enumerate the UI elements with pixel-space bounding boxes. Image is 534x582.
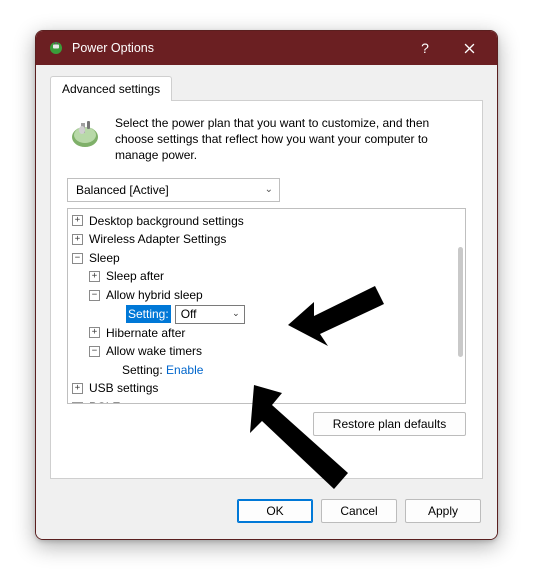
- tabstrip: Advanced settings: [50, 75, 483, 100]
- power-plan-selected: Balanced [Active]: [76, 183, 169, 197]
- wake-timers-setting-row: Setting: Enable: [72, 361, 461, 380]
- power-plan-select[interactable]: Balanced [Active] ⌄: [67, 178, 280, 202]
- tree-item-desktop-background[interactable]: + Desktop background settings: [72, 212, 461, 231]
- tab-advanced-settings[interactable]: Advanced settings: [50, 76, 172, 101]
- tree-item-sleep[interactable]: − Sleep: [72, 249, 461, 268]
- chevron-down-icon: ⌄: [265, 184, 273, 195]
- battery-plug-icon: [48, 40, 64, 56]
- collapse-icon[interactable]: −: [89, 346, 100, 357]
- restore-defaults-button[interactable]: Restore plan defaults: [313, 412, 466, 436]
- hybrid-sleep-value: Off: [181, 305, 197, 324]
- hybrid-setting-label: Setting:: [126, 305, 171, 324]
- titlebar[interactable]: Power Options ?: [36, 31, 497, 65]
- tree-item-pci-express[interactable]: + PCI Express: [72, 398, 461, 404]
- expand-icon[interactable]: +: [89, 327, 100, 338]
- collapse-icon[interactable]: −: [72, 253, 83, 264]
- chevron-down-icon: ⌄: [232, 307, 240, 321]
- hybrid-sleep-value-combo[interactable]: Off ⌄: [175, 305, 245, 324]
- collapse-icon[interactable]: −: [89, 290, 100, 301]
- power-options-window: Power Options ? Advanced settings: [35, 30, 498, 540]
- close-button[interactable]: [447, 33, 491, 63]
- expand-icon[interactable]: +: [89, 271, 100, 282]
- intro-text: Select the power plan that you want to c…: [115, 115, 466, 164]
- tree-item-wireless-adapter[interactable]: + Wireless Adapter Settings: [72, 230, 461, 249]
- tree-item-usb-settings[interactable]: + USB settings: [72, 379, 461, 398]
- tree-item-sleep-after[interactable]: + Sleep after: [72, 267, 461, 286]
- settings-tree: + Desktop background settings + Wireless…: [67, 208, 466, 404]
- tree-item-allow-wake-timers[interactable]: − Allow wake timers: [72, 342, 461, 361]
- dialog-footer: OK Cancel Apply: [36, 493, 497, 539]
- apply-button[interactable]: Apply: [405, 499, 481, 523]
- help-button[interactable]: ?: [403, 33, 447, 63]
- expand-icon[interactable]: +: [72, 383, 83, 394]
- close-icon: [464, 43, 475, 54]
- wake-setting-label: Setting:: [122, 361, 163, 380]
- tree-scrollbar[interactable]: [458, 247, 463, 357]
- power-plan-icon: [67, 115, 103, 151]
- ok-button[interactable]: OK: [237, 499, 313, 523]
- expand-icon[interactable]: +: [72, 215, 83, 226]
- tree-item-hibernate-after[interactable]: + Hibernate after: [72, 324, 461, 343]
- hybrid-sleep-setting-row: Setting: Off ⌄: [72, 305, 461, 324]
- expand-icon[interactable]: +: [72, 234, 83, 245]
- intro: Select the power plan that you want to c…: [67, 115, 466, 164]
- tab-panel: Select the power plan that you want to c…: [50, 100, 483, 479]
- wake-timers-value[interactable]: Enable: [166, 361, 203, 380]
- window-title: Power Options: [72, 41, 403, 55]
- cancel-button[interactable]: Cancel: [321, 499, 397, 523]
- tree-item-allow-hybrid-sleep[interactable]: − Allow hybrid sleep: [72, 286, 461, 305]
- expand-icon[interactable]: +: [72, 402, 83, 404]
- dialog-body: Advanced settings Select the power plan …: [36, 65, 497, 493]
